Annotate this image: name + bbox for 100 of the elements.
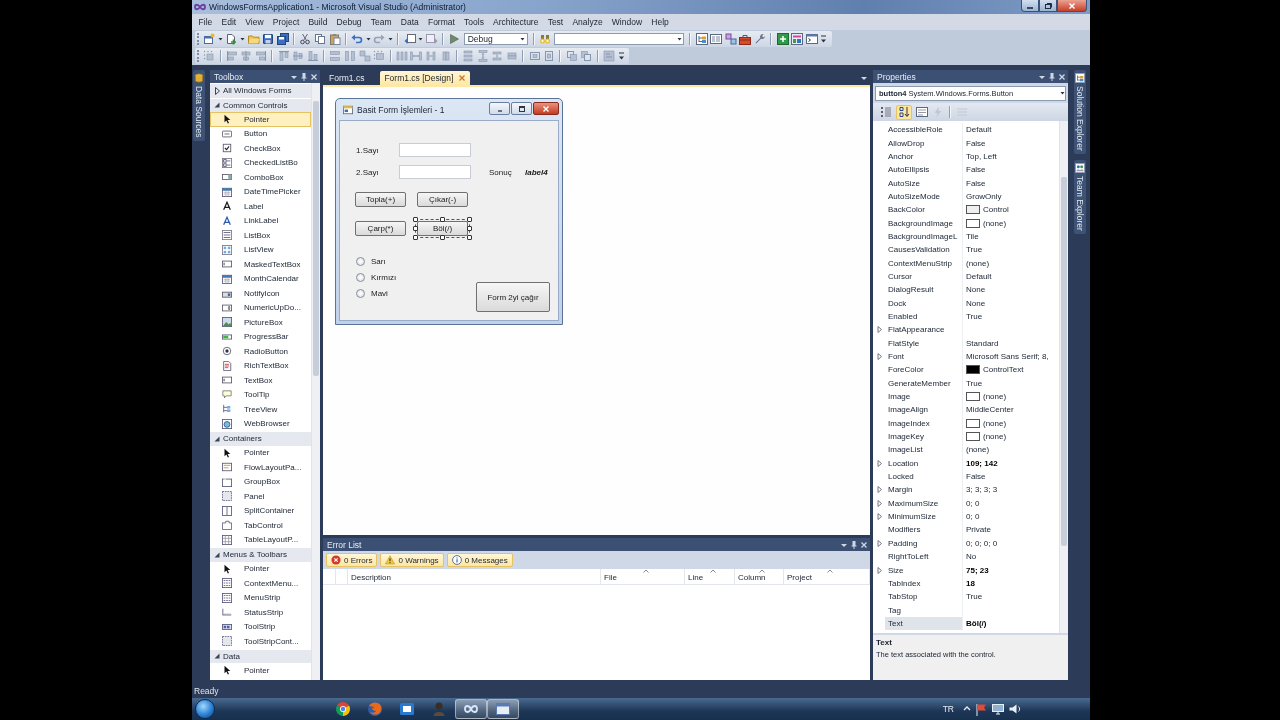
- radio-button[interactable]: Sarı: [356, 256, 386, 267]
- flag-icon[interactable]: [974, 702, 988, 716]
- view-toggle[interactable]: [896, 104, 912, 120]
- toolbox-item[interactable]: StatusStrip: [210, 605, 311, 620]
- menu-item[interactable]: Edit: [216, 16, 241, 28]
- toolbox-item[interactable]: Pointer: [210, 663, 311, 678]
- property-value[interactable]: 0; 0; 0; 0: [966, 538, 998, 548]
- property-value[interactable]: Microsoft Sans Serif; 8,: [966, 352, 1049, 361]
- property-name[interactable]: TabIndex: [885, 576, 963, 591]
- toolbox-item[interactable]: MonthCalendar: [210, 271, 311, 286]
- form-button[interactable]: Form 2yi çağır: [476, 282, 550, 312]
- save-icon[interactable]: [262, 33, 275, 45]
- property-value[interactable]: (none): [983, 392, 1007, 402]
- toolbox-item[interactable]: TabControl: [210, 518, 311, 533]
- property-value[interactable]: False: [966, 138, 986, 148]
- property-value[interactable]: (none): [966, 445, 990, 455]
- close-icon[interactable]: [310, 71, 318, 82]
- toolbox-item[interactable]: Button: [210, 126, 311, 141]
- language-indicator[interactable]: TR: [942, 704, 954, 714]
- property-name[interactable]: CausesValidation: [885, 243, 963, 257]
- properties-icon[interactable]: [710, 33, 723, 45]
- property-name[interactable]: BackgroundImage: [885, 216, 963, 230]
- property-name[interactable]: AllowDrop: [885, 136, 963, 150]
- property-value[interactable]: True: [966, 378, 983, 388]
- close-button[interactable]: [1057, 0, 1087, 12]
- property-value[interactable]: Böl(/): [966, 618, 987, 628]
- view-toggle[interactable]: [878, 104, 894, 120]
- toolbox-item[interactable]: RadioButton: [210, 344, 311, 359]
- toolbox-item[interactable]: WebBrowser: [210, 416, 311, 431]
- property-value[interactable]: Default: [966, 125, 992, 135]
- toolbox-group-header[interactable]: Containers: [210, 431, 311, 446]
- overflow-icon[interactable]: [820, 33, 828, 45]
- console-window-icon[interactable]: [805, 33, 818, 45]
- property-value[interactable]: ControlText: [983, 365, 1024, 375]
- property-name[interactable]: ForeColor: [885, 363, 963, 377]
- radio-button[interactable]: Kırmızı: [356, 272, 397, 283]
- menu-item[interactable]: Test: [543, 16, 568, 28]
- pin-icon[interactable]: [850, 539, 858, 550]
- property-value[interactable]: No: [966, 552, 977, 562]
- property-name[interactable]: RightToLeft: [885, 550, 963, 564]
- toolbox-item[interactable]: DateTimePicker: [210, 184, 311, 199]
- toolbox-item[interactable]: ProgressBar: [210, 329, 311, 344]
- property-value[interactable]: 75; 23: [966, 565, 989, 575]
- menu-item[interactable]: Build: [303, 16, 332, 28]
- toolbox-item[interactable]: PictureBox: [210, 315, 311, 330]
- column-header[interactable]: Project: [784, 569, 870, 584]
- property-value[interactable]: Control: [983, 205, 1009, 215]
- resize-handle[interactable]: [440, 235, 445, 240]
- property-value[interactable]: 18: [966, 578, 975, 588]
- column-header[interactable]: Description: [348, 569, 601, 584]
- toolbox-item[interactable]: Label: [210, 199, 311, 214]
- property-value[interactable]: None: [966, 298, 986, 308]
- side-tab[interactable]: Solution Explorer: [1074, 70, 1086, 154]
- scissors-icon[interactable]: [299, 33, 312, 45]
- toolbox-item[interactable]: SplitContainer: [210, 503, 311, 518]
- toolbox-item[interactable]: TreeView: [210, 402, 311, 417]
- form-button[interactable]: Böl(/): [417, 221, 468, 236]
- property-value[interactable]: 0; 0: [966, 498, 980, 508]
- property-value[interactable]: False: [966, 165, 986, 175]
- toolbox-item[interactable]: ContextMenu...: [210, 576, 311, 591]
- menu-item[interactable]: Format: [423, 16, 460, 28]
- property-name[interactable]: BackColor: [885, 203, 963, 217]
- property-name[interactable]: Margin: [885, 483, 963, 497]
- property-value[interactable]: (none): [983, 418, 1007, 428]
- toolbox-item[interactable]: Pointer: [210, 561, 311, 576]
- property-name[interactable]: AutoEllipsis: [885, 163, 963, 177]
- property-name[interactable]: Text: [885, 616, 963, 631]
- overflow-icon[interactable]: [617, 50, 625, 62]
- input-field[interactable]: [399, 143, 471, 157]
- property-name[interactable]: Image: [885, 389, 963, 404]
- property-name[interactable]: TabStop: [885, 590, 963, 604]
- property-value[interactable]: (none): [983, 218, 1007, 228]
- toolbox-item[interactable]: ToolTip: [210, 387, 311, 402]
- view-toggle[interactable]: [914, 104, 930, 120]
- property-name[interactable]: AutoSize: [885, 176, 963, 190]
- property-value[interactable]: (none): [983, 432, 1007, 442]
- menu-item[interactable]: Data: [396, 16, 424, 28]
- property-value[interactable]: GrowOnly: [966, 191, 1002, 201]
- toolbox-item[interactable]: GroupBox: [210, 474, 311, 489]
- save-all-icon[interactable]: [276, 33, 289, 45]
- menu-item[interactable]: File: [194, 16, 217, 28]
- menu-item[interactable]: Analyze: [567, 16, 608, 28]
- close-icon[interactable]: [860, 539, 868, 550]
- property-name[interactable]: Locked: [885, 469, 963, 484]
- property-name[interactable]: ImageKey: [885, 429, 963, 444]
- property-value[interactable]: MiddleCenter: [966, 405, 1014, 415]
- close-icon[interactable]: [458, 74, 467, 82]
- toolbox-item[interactable]: ComboBox: [210, 170, 311, 185]
- pin-icon[interactable]: [300, 71, 308, 82]
- property-name[interactable]: AccessibleRole: [885, 123, 963, 137]
- property-value[interactable]: True: [966, 312, 983, 321]
- toolbox-item[interactable]: Pointer: [210, 445, 311, 460]
- property-value[interactable]: True: [966, 245, 983, 255]
- toolbox-item[interactable]: CheckBox: [210, 141, 311, 156]
- copy-icon[interactable]: [314, 33, 327, 45]
- scrollbar[interactable]: [1059, 121, 1068, 633]
- toolbox-group-header[interactable]: All Windows Forms: [210, 83, 311, 98]
- taskbar-button[interactable]: [455, 699, 487, 719]
- taskbar-button[interactable]: [487, 699, 519, 719]
- scrollbar[interactable]: [311, 83, 320, 680]
